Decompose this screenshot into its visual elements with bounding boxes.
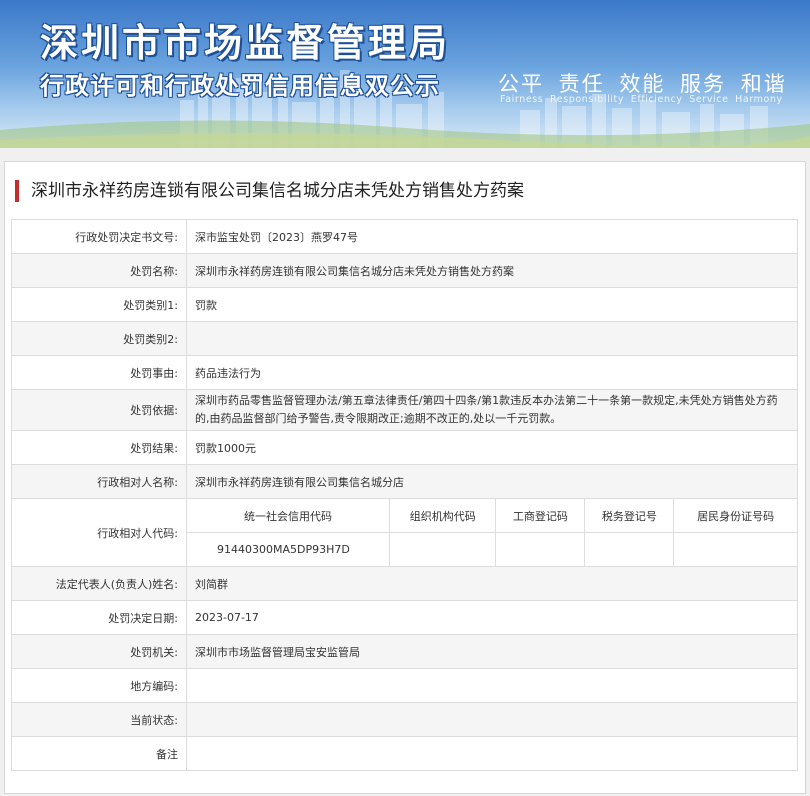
label-decision-date: 处罚决定日期: (11, 600, 187, 635)
row-decision-date: 处罚决定日期: 2023-07-17 (11, 600, 798, 635)
value-category2 (186, 321, 798, 356)
label-basis: 处罚依据: (11, 389, 187, 431)
header-id-number: 居民身份证号码 (673, 499, 797, 533)
party-code-cell: 统一社会信用代码 组织机构代码 工商登记码 税务登记号 居民身份证号码 9144… (186, 498, 798, 567)
value-basis: 深圳市药品零售监督管理办法/第五章法律责任/第四十四条/第1款违反本办法第二十一… (186, 389, 798, 431)
row-status: 当前状态: (11, 702, 798, 737)
label-penalty-name: 处罚名称: (11, 253, 187, 288)
header-credit-code: 统一社会信用代码 (187, 499, 390, 533)
row-category2: 处罚类别2: (11, 321, 798, 356)
label-legal-rep: 法定代表人(负责人)姓名: (11, 566, 187, 601)
value-region-code (186, 668, 798, 703)
row-party-name: 行政相对人名称: 深圳市永祥药房连锁有限公司集信名城分店 (11, 464, 798, 499)
label-party-name: 行政相对人名称: (11, 464, 187, 499)
value-result: 罚款1000元 (186, 430, 798, 465)
site-subtitle: 行政许可和行政处罚信用信息双公示 (40, 72, 440, 100)
party-code-table: 统一社会信用代码 组织机构代码 工商登记码 税务登记号 居民身份证号码 9144… (187, 499, 797, 566)
value-penalty-name: 深圳市永祥药房连锁有限公司集信名城分店未凭处方销售处方药案 (186, 253, 798, 288)
case-title: 深圳市永祥药房连锁有限公司集信名城分店未凭处方销售处方药案 (15, 180, 524, 202)
value-id-number (673, 532, 797, 566)
row-decision-no: 行政处罚决定书文号: 深市监宝处罚〔2023〕燕罗47号 (11, 219, 798, 254)
header-business-reg: 工商登记码 (495, 499, 586, 533)
value-tax-reg (584, 532, 675, 566)
value-status (186, 702, 798, 737)
row-party-code: 行政相对人代码: 统一社会信用代码 组织机构代码 工商登记码 税务登记号 居民身… (11, 498, 798, 567)
value-decision-date: 2023-07-17 (186, 600, 798, 635)
value-authority: 深圳市市场监督管理局宝安监管局 (186, 634, 798, 669)
agency-title: 深圳市市场监督管理局 (40, 21, 451, 65)
row-basis: 处罚依据: 深圳市药品零售监督管理办法/第五章法律责任/第四十四条/第1款违反本… (11, 389, 798, 431)
label-category1: 处罚类别1: (11, 287, 187, 322)
label-result: 处罚结果: (11, 430, 187, 465)
motto-english: Fairness Responsibility Efficiency Servi… (500, 94, 783, 105)
label-category2: 处罚类别2: (11, 321, 187, 356)
value-decision-no: 深市监宝处罚〔2023〕燕罗47号 (186, 219, 798, 254)
value-business-reg (495, 532, 586, 566)
row-remark: 备注 (11, 736, 798, 771)
value-remark (186, 736, 798, 771)
value-reason: 药品违法行为 (186, 355, 798, 390)
header-tax-reg: 税务登记号 (584, 499, 675, 533)
row-result: 处罚结果: 罚款1000元 (11, 430, 798, 465)
label-region-code: 地方编码: (11, 668, 187, 703)
row-category1: 处罚类别1: 罚款 (11, 287, 798, 322)
row-legal-rep: 法定代表人(负责人)姓名: 刘简群 (11, 566, 798, 601)
row-penalty-name: 处罚名称: 深圳市永祥药房连锁有限公司集信名城分店未凭处方销售处方药案 (11, 253, 798, 288)
label-party-code: 行政相对人代码: (11, 498, 187, 567)
label-remark: 备注 (11, 736, 187, 771)
value-party-name: 深圳市永祥药房连锁有限公司集信名城分店 (186, 464, 798, 499)
party-code-header-row: 统一社会信用代码 组织机构代码 工商登记码 税务登记号 居民身份证号码 (187, 499, 797, 533)
value-legal-rep: 刘简群 (186, 566, 798, 601)
value-category1: 罚款 (186, 287, 798, 322)
header-org-code: 组织机构代码 (388, 499, 497, 533)
value-credit-code: 91440300MA5DP93H7D (187, 532, 390, 566)
label-reason: 处罚事由: (11, 355, 187, 390)
detail-panel: 深圳市永祥药房连锁有限公司集信名城分店未凭处方销售处方药案 行政处罚决定书文号:… (4, 161, 806, 794)
label-decision-no: 行政处罚决定书文号: (11, 219, 187, 254)
header-banner: 深圳市市场监督管理局 行政许可和行政处罚信用信息双公示 公平 责任 效能 服务 … (0, 0, 810, 148)
value-org-code (388, 532, 497, 566)
row-reason: 处罚事由: 药品违法行为 (11, 355, 798, 390)
label-authority: 处罚机关: (11, 634, 187, 669)
row-region-code: 地方编码: (11, 668, 798, 703)
row-authority: 处罚机关: 深圳市市场监督管理局宝安监管局 (11, 634, 798, 669)
penalty-info-table: 行政处罚决定书文号: 深市监宝处罚〔2023〕燕罗47号 处罚名称: 深圳市永祥… (11, 219, 798, 771)
label-status: 当前状态: (11, 702, 187, 737)
party-code-value-row: 91440300MA5DP93H7D (187, 532, 797, 566)
